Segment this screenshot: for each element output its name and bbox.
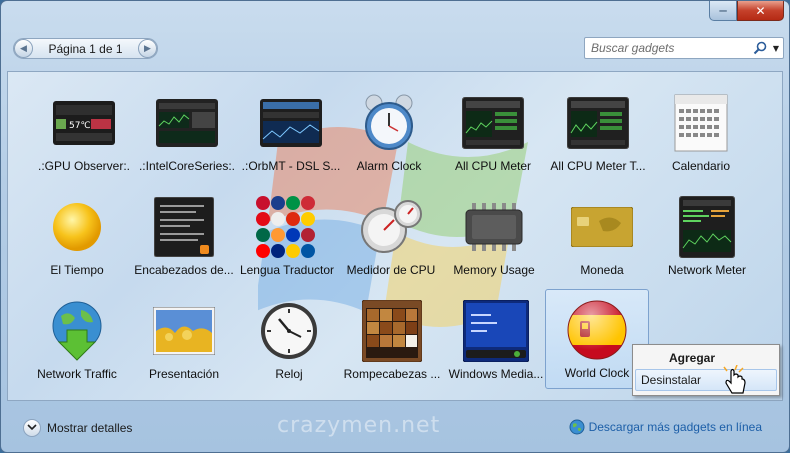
gadget-gpu-observer[interactable]: 57℃ .:GPU Observer:.: [32, 85, 136, 181]
gadget-calendario[interactable]: Calendario: [649, 85, 753, 181]
gadget-orbmt-dsl[interactable]: .:OrbMT - DSL S...: [239, 85, 343, 181]
gadget-moneda[interactable]: Moneda: [550, 189, 654, 285]
slideshow-icon: [149, 299, 219, 363]
toolbar: ◀ Página 1 de 1 ▶ ▼: [1, 31, 789, 65]
download-link-label: Descargar más gadgets en línea: [588, 420, 762, 434]
download-more-gadgets-link[interactable]: Descargar más gadgets en línea: [569, 419, 762, 435]
flags-icon: [252, 195, 322, 259]
gadget-label: Memory Usage: [453, 263, 535, 277]
gadget-reloj[interactable]: Reloj: [237, 293, 341, 389]
gadget-network-traffic[interactable]: Network Traffic: [25, 293, 129, 389]
gadget-label: Encabezados de...: [134, 263, 234, 277]
gpu-monitor-icon: 57℃: [49, 91, 119, 155]
show-details-label: Mostrar detalles: [47, 421, 133, 435]
menu-item-agregar[interactable]: Agregar: [635, 347, 777, 369]
gadget-label: Network Traffic: [37, 367, 117, 381]
gadget-windows-media[interactable]: Windows Media...: [444, 293, 548, 389]
gadget-encabezados[interactable]: Encabezados de...: [132, 189, 236, 285]
gadget-medidor-cpu[interactable]: Medidor de CPU: [339, 189, 443, 285]
title-bar: ─ ✕: [1, 1, 789, 31]
globe-arrow-icon: [42, 299, 112, 363]
gadget-label: Network Meter: [667, 263, 747, 277]
gadget-label: .:GPU Observer:.: [37, 159, 131, 173]
hand-cursor-icon: [723, 365, 746, 394]
gadget-el-tiempo[interactable]: El Tiempo: [25, 189, 129, 285]
network-meter-icon: [672, 195, 742, 259]
window-controls: ─ ✕: [709, 1, 784, 21]
gadget-label: .:IntelCoreSeries:.: [138, 159, 236, 173]
dsl-connection-icon: [256, 91, 326, 155]
gauge-icon: [356, 195, 426, 259]
svg-text:57℃: 57℃: [69, 121, 91, 131]
wall-clock-icon: [254, 299, 324, 363]
cpu-meter-icon: [563, 91, 633, 155]
gadget-label: All CPU Meter T...: [550, 159, 646, 173]
search-dropdown-button[interactable]: ▼: [769, 39, 783, 57]
watermark: crazymen.net: [277, 413, 441, 438]
gadget-label: Calendario: [671, 159, 731, 173]
memory-chip-icon: [459, 195, 529, 259]
gadget-intel-core-series[interactable]: .:IntelCoreSeries:.: [135, 85, 239, 181]
page-label: Página 1 de 1: [48, 41, 123, 56]
alarm-clock-icon: [354, 91, 424, 155]
gadget-label: All CPU Meter: [454, 159, 531, 173]
rss-headlines-icon: [149, 195, 219, 259]
status-bar: Mostrar detalles crazymen.net Descargar …: [1, 405, 789, 452]
gadget-label: Lengua Traductor: [239, 263, 335, 277]
minimize-button[interactable]: ─: [709, 1, 737, 21]
media-center-icon: [461, 299, 531, 363]
search-box: ▼: [584, 37, 784, 59]
spain-flag-icon: [562, 298, 632, 362]
gadget-label: Moneda: [580, 263, 624, 277]
sun-icon: [42, 195, 112, 259]
currency-card-icon: [567, 195, 637, 259]
gadget-gallery-window: ─ ✕ ◀ Página 1 de 1 ▶ ▼ 57℃: [0, 0, 790, 453]
gadget-alarm-clock[interactable]: Alarm Clock: [337, 85, 441, 181]
calendar-icon: [666, 91, 736, 155]
close-button[interactable]: ✕: [737, 1, 784, 21]
previous-page-button[interactable]: ◀: [14, 39, 33, 58]
puzzle-icon: [357, 299, 427, 363]
gadget-all-cpu-meter-t[interactable]: All CPU Meter T...: [546, 85, 650, 181]
gadget-label: Rompecabezas ...: [343, 367, 441, 381]
cpu-meter-icon: [458, 91, 528, 155]
gadget-presentacion[interactable]: Presentación: [132, 293, 236, 389]
search-input[interactable]: [585, 41, 751, 55]
gadget-memory-usage[interactable]: Memory Usage: [442, 189, 546, 285]
context-menu: Agregar Desinstalar: [632, 344, 780, 396]
search-icon[interactable]: [751, 39, 769, 57]
gadget-label: Reloj: [275, 367, 303, 381]
gadget-label: El Tiempo: [50, 263, 104, 277]
globe-icon: [569, 419, 585, 435]
gadget-label: Windows Media...: [448, 367, 544, 381]
gadget-rompecabezas[interactable]: Rompecabezas ...: [340, 293, 444, 389]
gadget-network-meter[interactable]: Network Meter: [655, 189, 759, 285]
gadget-all-cpu-meter[interactable]: All CPU Meter: [441, 85, 545, 181]
chevron-down-icon: [23, 419, 41, 437]
page-navigator: ◀ Página 1 de 1 ▶: [13, 38, 158, 59]
gadget-label: Presentación: [148, 367, 220, 381]
menu-item-desinstalar[interactable]: Desinstalar: [635, 369, 777, 391]
cpu-graph-icon: [152, 91, 222, 155]
show-details-button[interactable]: Mostrar detalles: [23, 419, 132, 437]
gadget-label: .:OrbMT - DSL S...: [241, 159, 341, 173]
gadget-label: Medidor de CPU: [346, 263, 436, 277]
gadget-label: Alarm Clock: [356, 159, 422, 173]
gadget-lengua-traductor[interactable]: Lengua Traductor: [235, 189, 339, 285]
next-page-button[interactable]: ▶: [138, 39, 157, 58]
